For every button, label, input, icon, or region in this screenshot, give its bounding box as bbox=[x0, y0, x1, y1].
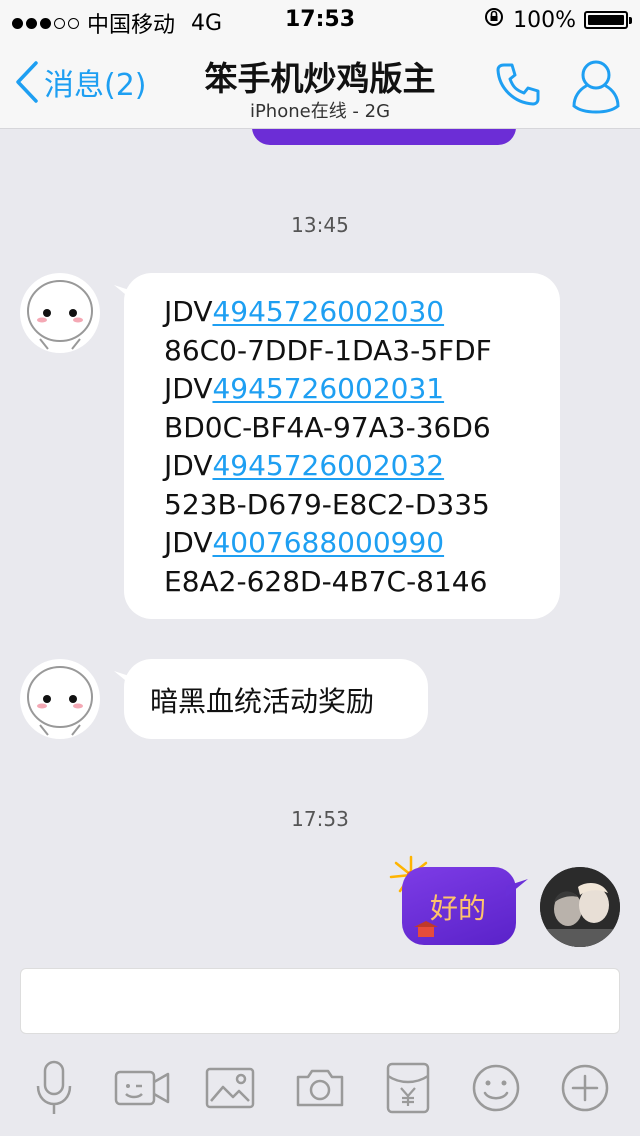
microphone-icon bbox=[36, 1060, 72, 1114]
code-key: BD0C-BF4A-97A3-36D6 bbox=[164, 410, 491, 444]
message-line: JDV4007688000990 bbox=[164, 524, 492, 563]
phone-number-link[interactable]: 4007688000990 bbox=[212, 526, 444, 559]
code-prefix: JDV bbox=[164, 449, 213, 482]
timestamp: 13:45 bbox=[291, 213, 349, 237]
red-packet-button[interactable] bbox=[378, 1062, 438, 1114]
contact-avatar[interactable] bbox=[20, 273, 100, 353]
message-text: JDV4945726002030 86C0-7DDF-1DA3-5FDF JDV49… bbox=[164, 293, 492, 601]
message-bubble-text[interactable]: 暗黑血统活动奖励 bbox=[124, 659, 428, 739]
phone-number-link[interactable]: 4945726002030 bbox=[212, 295, 444, 328]
voice-button[interactable] bbox=[24, 1060, 84, 1114]
profile-button[interactable] bbox=[570, 56, 622, 118]
person-icon bbox=[572, 60, 620, 114]
image-icon bbox=[205, 1067, 255, 1109]
camera-icon bbox=[296, 1069, 344, 1107]
my-avatar[interactable] bbox=[540, 867, 620, 947]
message-line: JDV4945726002032 bbox=[164, 447, 492, 486]
cartoon-face-icon bbox=[20, 659, 100, 739]
chat-title: 笨手机炒鸡版主 bbox=[204, 59, 436, 98]
more-button[interactable] bbox=[555, 1062, 615, 1114]
cartoon-face-icon bbox=[20, 273, 100, 353]
call-button[interactable] bbox=[494, 60, 542, 112]
phone-number-link[interactable]: 4945726002032 bbox=[212, 449, 444, 482]
timestamp: 17:53 bbox=[291, 807, 349, 831]
message-text: 暗黑血统活动奖励 bbox=[150, 685, 375, 718]
code-key: 86C0-7DDF-1DA3-5FDF bbox=[164, 333, 492, 367]
contact-avatar[interactable] bbox=[20, 659, 100, 739]
lantern-icon bbox=[414, 921, 438, 937]
red-packet-icon bbox=[386, 1062, 430, 1114]
code-prefix: JDV bbox=[164, 295, 213, 328]
video-call-button[interactable] bbox=[112, 1062, 172, 1114]
plus-icon bbox=[561, 1064, 609, 1112]
message-input[interactable] bbox=[20, 968, 620, 1034]
battery-fill bbox=[588, 15, 624, 25]
code-prefix: JDV bbox=[164, 526, 213, 559]
message-line: JDV4945726002031 bbox=[164, 370, 492, 409]
battery-percent: 100% bbox=[513, 7, 576, 33]
emoji-icon bbox=[472, 1064, 520, 1112]
emoji-button[interactable] bbox=[466, 1062, 526, 1114]
phone-icon bbox=[496, 63, 540, 106]
code-key: 523B-D679-E8C2-D335 bbox=[164, 487, 490, 521]
message-line: JDV4945726002030 bbox=[164, 293, 492, 332]
code-key: E8A2-628D-4B7C-8146 bbox=[164, 564, 488, 598]
message-bubble-codes[interactable]: JDV4945726002030 86C0-7DDF-1DA3-5FDF JDV49… bbox=[124, 273, 560, 619]
rotation-lock-icon bbox=[483, 6, 505, 34]
chat-header: 消息(2) 笨手机炒鸡版主 iPhone在线 - 2G bbox=[0, 40, 640, 129]
code-prefix: JDV bbox=[164, 372, 213, 405]
status-right: 100% bbox=[483, 6, 632, 34]
phone-number-link[interactable]: 4945726002031 bbox=[212, 372, 444, 405]
battery-icon bbox=[584, 11, 632, 29]
lantern-sticker bbox=[412, 919, 440, 947]
photo-avatar-icon bbox=[540, 867, 620, 947]
message-list[interactable]: 13:45 JDV4945726002030 86C0-7DDF-1DA3-5FD… bbox=[0, 129, 640, 962]
previous-message-bubble bbox=[252, 129, 516, 145]
video-icon bbox=[114, 1070, 170, 1106]
image-button[interactable] bbox=[200, 1062, 260, 1114]
camera-button[interactable] bbox=[290, 1062, 350, 1114]
online-status: iPhone在线 - 2G bbox=[249, 101, 391, 122]
status-bar: 中国移动 4G 17:53 100% bbox=[0, 0, 640, 40]
composer bbox=[0, 962, 640, 1136]
